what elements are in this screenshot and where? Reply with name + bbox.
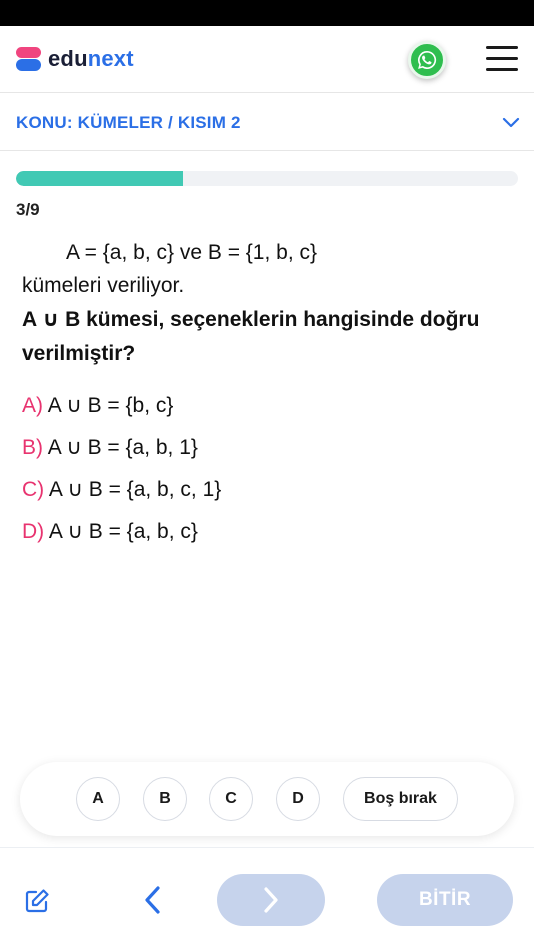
brand-name-part1: edu	[48, 46, 88, 71]
option-letter: C)	[22, 478, 45, 501]
options-list: A) A ∪ B = {b, c} B) A ∪ B = {a, b, 1} C…	[22, 386, 522, 554]
answer-d-button[interactable]: D	[276, 777, 320, 821]
hamburger-menu-icon	[486, 46, 518, 49]
chevron-left-icon	[145, 886, 160, 914]
option-d[interactable]: D) A ∪ B = {a, b, c}	[22, 512, 522, 554]
next-button[interactable]	[217, 874, 325, 926]
option-text: A ∪ B = {a, b, 1}	[47, 436, 198, 459]
bottom-navigation: BİTİR	[0, 847, 534, 950]
menu-button[interactable]	[486, 46, 518, 72]
option-letter: B)	[22, 436, 43, 459]
answer-panel: A B C D Boş bırak	[20, 762, 514, 836]
logo-mark-icon	[16, 47, 41, 71]
topic-selector[interactable]: KONU: KÜMELER / KISIM 2	[0, 93, 534, 151]
progress-fill	[16, 171, 184, 186]
option-letter: D)	[22, 520, 45, 543]
status-bar	[0, 0, 534, 26]
answer-c-button[interactable]: C	[209, 777, 253, 821]
previous-button[interactable]	[140, 884, 166, 916]
option-c[interactable]: C) A ∪ B = {a, b, c, 1}	[22, 470, 522, 512]
finish-button[interactable]: BİTİR	[377, 874, 513, 926]
answer-b-button[interactable]: B	[143, 777, 187, 821]
question-body: A = {a, b, c} ve B = {1, b, c} kümeleri …	[22, 237, 522, 371]
whatsapp-button[interactable]	[408, 41, 446, 79]
brand-name: edunext	[48, 47, 134, 71]
skip-button[interactable]: Boş bırak	[343, 777, 458, 821]
edit-icon	[25, 889, 49, 913]
brand-logo[interactable]: edunext	[16, 47, 134, 71]
chevron-right-icon	[264, 887, 278, 913]
edit-button[interactable]	[23, 887, 51, 915]
progress-bar	[16, 171, 518, 186]
question-sets: A = {a, b, c} ve B = {1, b, c}	[66, 241, 318, 264]
progress-label: 3/9	[16, 200, 40, 219]
app-header: edunext	[0, 26, 534, 93]
option-text: A ∪ B = {a, b, c, 1}	[48, 478, 222, 501]
topic-title: KONU: KÜMELER / KISIM 2	[16, 113, 241, 132]
question-intro: kümeleri veriliyor.	[22, 274, 185, 297]
whatsapp-icon	[418, 51, 437, 69]
chevron-down-icon	[502, 117, 520, 128]
option-a[interactable]: A) A ∪ B = {b, c}	[22, 386, 522, 428]
question-prompt: A ∪ B kümesi, seçeneklerin hangisinde do…	[22, 308, 480, 365]
option-letter: A)	[22, 394, 43, 417]
option-b[interactable]: B) A ∪ B = {a, b, 1}	[22, 428, 522, 470]
answer-a-button[interactable]: A	[76, 777, 120, 821]
brand-name-part2: next	[87, 46, 134, 71]
option-text: A ∪ B = {b, c}	[47, 394, 174, 417]
option-text: A ∪ B = {a, b, c}	[48, 520, 198, 543]
